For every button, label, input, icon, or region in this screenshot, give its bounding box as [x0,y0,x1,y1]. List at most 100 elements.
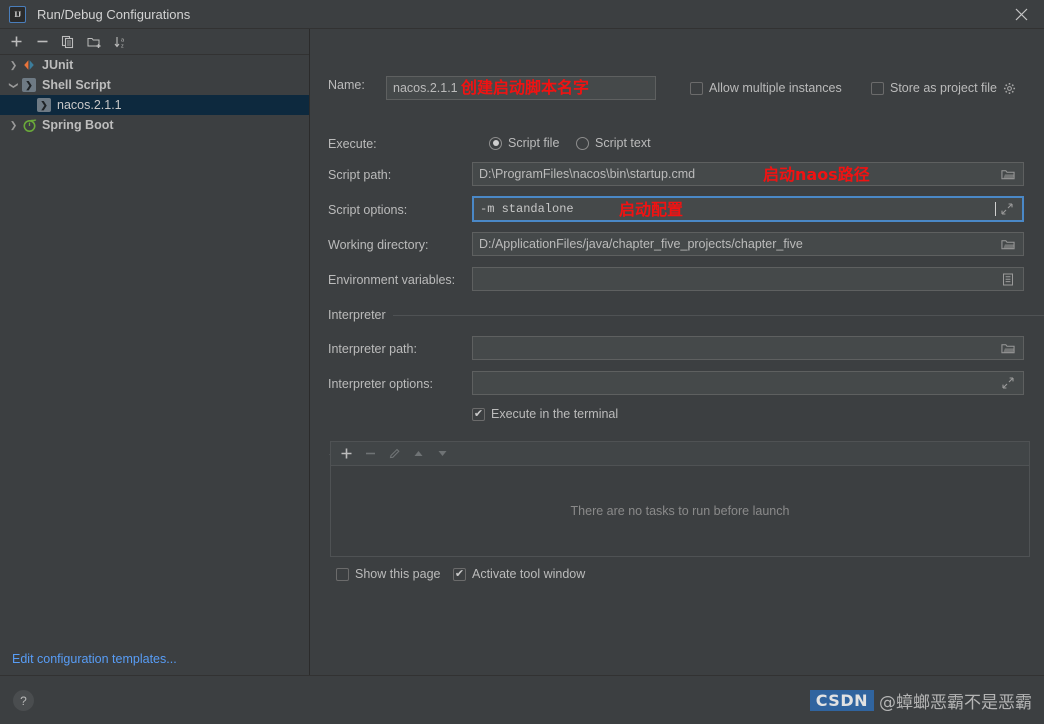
radio-button[interactable] [576,136,589,150]
expand-icon[interactable] [997,372,1019,394]
environment-variables-input[interactable] [472,267,1024,291]
folder-icon[interactable] [997,163,1019,185]
list-icon[interactable] [997,268,1019,290]
tree-item-spring-boot[interactable]: ❯ Spring Boot [0,115,309,135]
environment-variables-row: Environment variables: [328,273,455,287]
name-label: Name: [328,78,365,92]
radio-script-text[interactable]: Script text [576,136,651,150]
move-task-up-button[interactable] [408,444,429,464]
checkbox-box[interactable] [453,567,466,581]
tree-item-label: nacos.2.1.1 [57,98,122,112]
allow-multiple-instances-label: Allow multiple instances [709,81,842,95]
name-input-value: nacos.2.1.1 [393,81,458,95]
tree-item-shell-script[interactable]: ❯ ❯ Shell Script [0,75,309,95]
shell-script-icon: ❯ [21,77,37,93]
store-as-project-file-checkbox[interactable]: Store as project file [871,81,1016,95]
edit-task-button[interactable] [384,444,405,464]
tree-item-label: Spring Boot [42,118,114,132]
csdn-watermark: CSDN @蟑螂恶霸不是恶霸 [809,688,1032,713]
working-directory-input[interactable]: D:/ApplicationFiles/java/chapter_five_pr… [472,232,1024,256]
working-directory-label: Working directory: [328,238,429,252]
checkbox-box[interactable] [472,407,485,421]
tree-item-label: JUnit [42,58,74,72]
sidebar-toolbar: a z [0,29,309,55]
checkbox-box[interactable] [871,81,884,95]
spring-boot-icon [21,117,37,133]
script-path-row: Script path: [328,168,391,182]
expand-icon[interactable] [996,198,1018,220]
script-path-label: Script path: [328,168,392,182]
execute-row: Execute: [328,137,377,151]
add-task-button[interactable] [336,444,357,464]
watermark-badge: CSDN [809,690,874,711]
tree-item-junit[interactable]: ❯ JUnit [0,55,309,75]
interpreter-path-label: Interpreter path: [328,342,417,356]
show-this-page-checkbox[interactable]: Show this page [336,567,440,581]
add-configuration-button[interactable] [5,31,27,53]
new-folder-button[interactable] [83,31,105,53]
before-launch-empty-text: There are no tasks to run before launch [570,504,790,518]
script-path-value: D:\ProgramFiles\nacos\bin\startup.cmd [479,167,696,181]
before-launch-toolbar [330,441,1030,465]
chevron-right-icon[interactable]: ❯ [6,120,21,131]
question-mark-icon: ? [20,693,27,708]
move-task-down-button[interactable] [432,444,453,464]
shell-script-icon: ❯ [36,97,52,113]
checkbox-box[interactable] [690,81,703,95]
allow-multiple-instances-checkbox[interactable]: Allow multiple instances [690,81,842,95]
radio-script-file-label: Script file [508,136,560,150]
sort-alphabetical-icon[interactable]: a z [109,31,131,53]
checkbox-box[interactable] [336,567,349,581]
before-launch-task-list[interactable]: There are no tasks to run before launch [330,465,1030,557]
radio-script-file[interactable]: Script file [489,136,559,150]
working-directory-value: D:/ApplicationFiles/java/chapter_five_pr… [479,237,803,251]
edit-configuration-templates-link[interactable]: Edit configuration templates... [12,652,177,666]
chevron-right-icon[interactable]: ❯ [6,60,21,71]
close-icon[interactable] [999,0,1044,28]
remove-configuration-button[interactable] [31,31,53,53]
radio-script-text-label: Script text [595,136,651,150]
radio-button[interactable] [489,136,502,150]
copy-configuration-button[interactable] [57,31,79,53]
name-input[interactable]: nacos.2.1.1 [386,76,656,100]
section-divider [392,314,1044,316]
execute-in-terminal-label: Execute in the terminal [491,407,619,421]
script-options-value: -m standalone [480,202,574,216]
script-options-label: Script options: [328,203,408,217]
interpreter-options-label: Interpreter options: [328,377,433,391]
interpreter-options-input[interactable] [472,371,1024,395]
environment-variables-label: Environment variables: [328,273,456,287]
store-as-project-file-label: Store as project file [890,81,997,95]
intellij-idea-icon: IJ [9,5,26,23]
remove-task-button[interactable] [360,444,381,464]
show-this-page-label: Show this page [355,567,441,581]
tree-item-label: Shell Script [42,78,111,92]
configurations-tree: ❯ JUnit ❯ ❯ Shell Script ❯ nacos.2.1.1 ❯… [0,55,309,135]
interpreter-path-row: Interpreter path: [328,342,417,356]
svg-text:z: z [121,43,124,49]
name-row: Name: [328,78,365,92]
interpreter-section-header: Interpreter [328,308,1044,322]
help-button[interactable]: ? [13,690,34,711]
junit-icon [21,57,37,73]
interpreter-options-row: Interpreter options: [328,377,433,391]
watermark-text: @蟑螂恶霸不是恶霸 [879,693,1032,713]
title-bar: IJ Run/Debug Configurations [0,0,1044,29]
script-path-input[interactable]: D:\ProgramFiles\nacos\bin\startup.cmd [472,162,1024,186]
gear-icon[interactable] [1003,82,1016,95]
run-debug-configurations-dialog: IJ Run/Debug Configurations a z ❯ JUnit … [0,0,1044,724]
execute-label: Execute: [328,137,377,151]
interpreter-path-input[interactable] [472,336,1024,360]
folder-icon[interactable] [997,233,1019,255]
activate-tool-window-label: Activate tool window [472,567,586,581]
working-directory-row: Working directory: [328,238,429,252]
window-title: Run/Debug Configurations [37,6,191,22]
execute-in-terminal-checkbox[interactable]: Execute in the terminal [472,407,618,421]
script-options-input[interactable]: -m standalone [472,196,1024,222]
interpreter-section-label: Interpreter [328,308,386,322]
activate-tool-window-checkbox[interactable]: Activate tool window [453,567,585,581]
folder-icon[interactable] [997,337,1019,359]
chevron-down-icon[interactable]: ❯ [8,78,19,93]
script-options-row: Script options: [328,203,407,217]
tree-item-nacos-2-1-1[interactable]: ❯ nacos.2.1.1 [0,95,309,115]
